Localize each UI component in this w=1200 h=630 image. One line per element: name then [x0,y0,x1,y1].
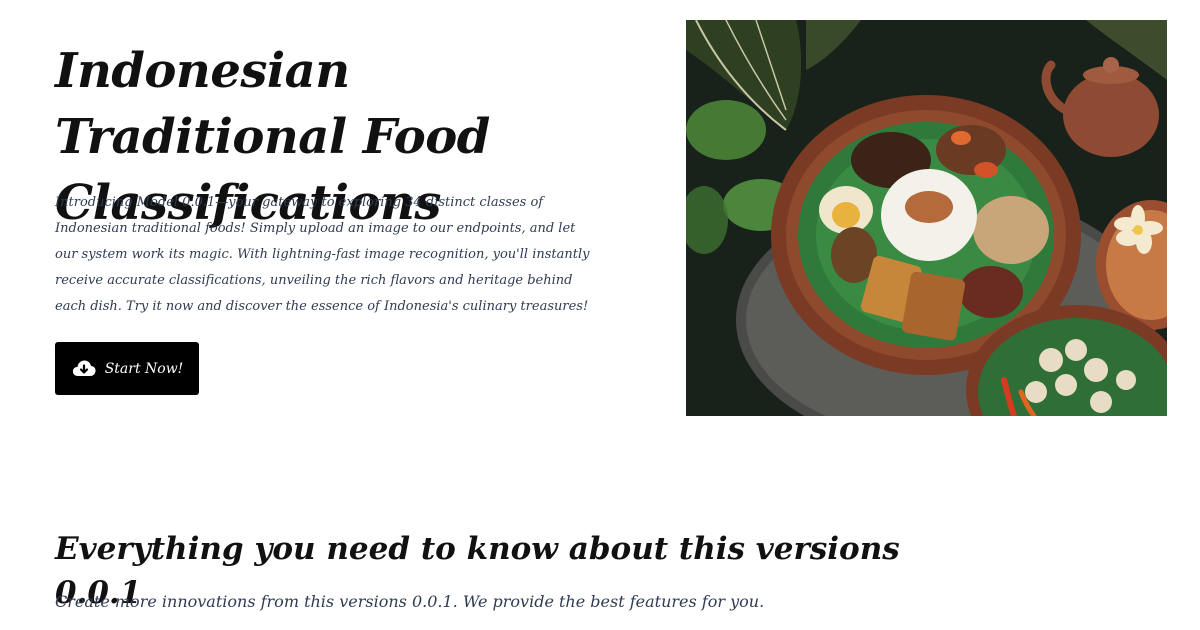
hero-food-image [686,20,1167,416]
hero-description: Introducing Model 0.0.1—your gateway to … [55,195,590,314]
start-now-button-label: Start Now! [104,360,184,377]
cloud-download-icon [71,356,97,382]
start-now-button[interactable]: Start Now! [55,342,199,395]
features-section-subtitle: Create more innovations from this versio… [55,592,765,611]
